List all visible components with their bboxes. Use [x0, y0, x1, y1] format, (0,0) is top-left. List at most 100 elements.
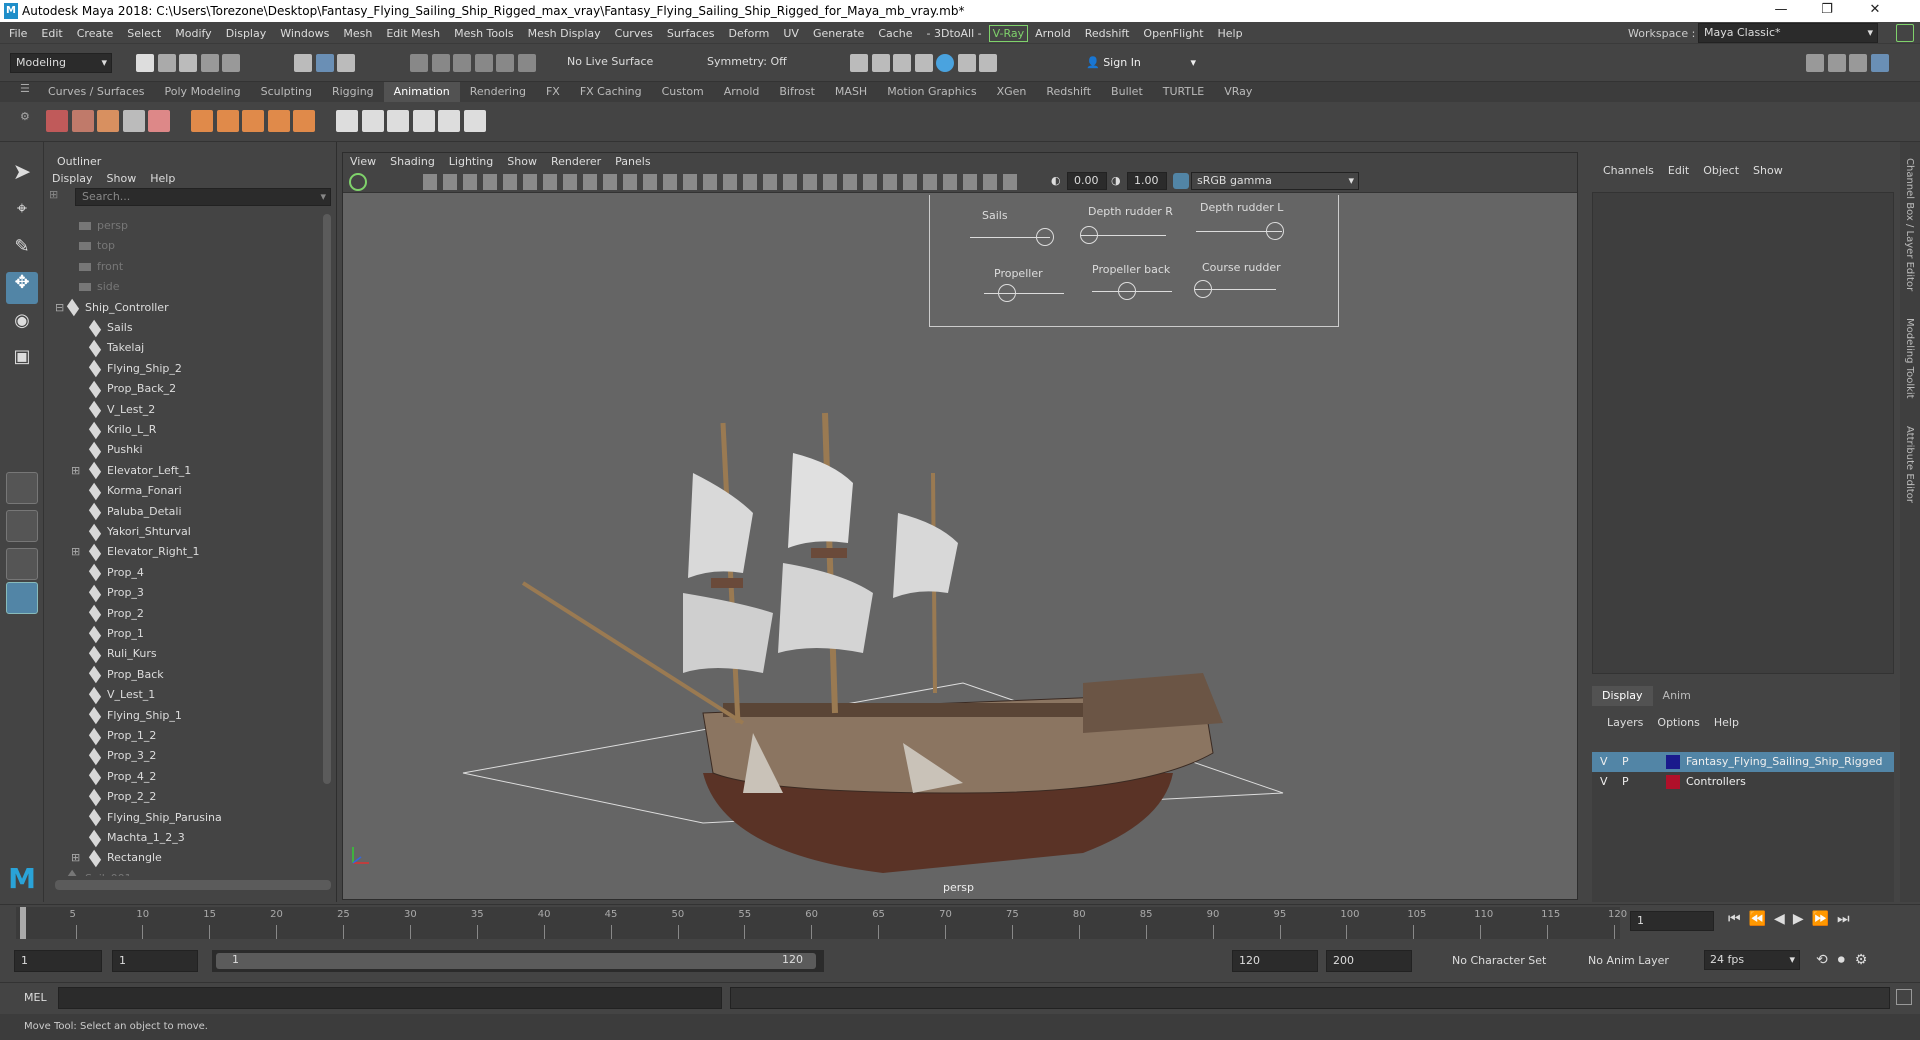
outliner-item[interactable]: Prop_4_2	[55, 767, 325, 787]
parent-constraint-icon[interactable]	[361, 110, 384, 132]
menu-edit[interactable]: Edit	[34, 23, 69, 40]
expand-icon[interactable]: ⊞	[71, 848, 80, 868]
orient-constraint-icon[interactable]	[412, 110, 435, 132]
layer-visibility-toggle[interactable]: V	[1600, 752, 1608, 772]
channel-box-menu-channels[interactable]: Channels	[1596, 160, 1661, 177]
propeller-knob[interactable]	[998, 284, 1016, 302]
shelf-settings-icon[interactable]: ⚙	[20, 110, 30, 130]
close-button[interactable]: ✕	[1852, 0, 1898, 22]
outliner-item[interactable]: Prop_4	[55, 563, 325, 583]
display-layer-row[interactable]: V P Fantasy_Flying_Sailing_Ship_Rigged	[1592, 752, 1894, 772]
outliner-item[interactable]: Prop_3	[55, 583, 325, 603]
expand-icon[interactable]: ⊞	[71, 542, 80, 562]
snap-curve-icon[interactable]	[431, 54, 450, 72]
channel-box-icon[interactable]	[1870, 54, 1889, 72]
modeling-toolkit-icon[interactable]	[1806, 54, 1824, 72]
go-to-end-icon[interactable]: ⏭	[1837, 911, 1858, 927]
color-management-icon[interactable]	[1173, 173, 1189, 189]
camera-item[interactable]: side	[55, 277, 325, 297]
menu-select[interactable]: Select	[120, 23, 168, 40]
outliner-item[interactable]: Yakori_Shturval	[55, 522, 325, 542]
shelf-tab-custom[interactable]: Custom	[652, 82, 714, 102]
fps-dropdown[interactable]: 24 fps ▾	[1704, 950, 1800, 970]
shelf-tab-bifrost[interactable]: Bifrost	[769, 82, 825, 102]
live-surface-field[interactable]: No Live Surface	[562, 53, 666, 73]
camera-item[interactable]: top	[55, 236, 325, 256]
playback-end-field[interactable]: 120	[1232, 950, 1318, 972]
render-frame-icon[interactable]	[850, 54, 868, 72]
shelf-tab-arnold[interactable]: Arnold	[714, 82, 770, 102]
pause-icon[interactable]	[979, 54, 997, 72]
menu-openflight[interactable]: OpenFlight	[1136, 23, 1210, 40]
point-constraint-icon[interactable]	[387, 110, 409, 132]
menu-generate[interactable]: Generate	[806, 23, 871, 40]
preferences-icon[interactable]: ⚙	[1855, 952, 1878, 968]
outliner-item[interactable]: Korma_Fonari	[55, 481, 325, 501]
channel-box-menu-show[interactable]: Show	[1746, 160, 1790, 177]
menu-file[interactable]: File	[2, 23, 34, 40]
expand-icon[interactable]: ⊞	[71, 461, 80, 481]
paint-select-tool-icon[interactable]: ✎	[6, 236, 38, 268]
ik-spline-icon[interactable]	[242, 110, 264, 132]
hypershade-icon[interactable]	[914, 54, 933, 72]
undo-icon[interactable]	[200, 54, 219, 72]
sails-knob[interactable]	[1036, 228, 1054, 246]
outliner-item[interactable]: Prop_2	[55, 604, 325, 624]
single-perspective-layout-icon[interactable]	[6, 472, 38, 504]
viewport-menu-panels[interactable]: Panels	[608, 153, 657, 168]
outliner-item[interactable]: Prop_2_2	[55, 787, 325, 807]
paint-weights-icon[interactable]	[293, 110, 315, 132]
animation-end-field[interactable]: 200	[1326, 950, 1412, 972]
shelf-tab-curves-surfaces[interactable]: Curves / Surfaces	[38, 82, 155, 102]
graph-editor-icon[interactable]	[71, 110, 94, 132]
symmetry-field[interactable]: Symmetry: Off	[702, 53, 806, 73]
outliner-item[interactable]: Takelaj	[55, 338, 325, 358]
character-set-dropdown[interactable]: No Character Set	[1452, 954, 1546, 967]
lock-icon[interactable]	[1896, 24, 1914, 42]
shelf-tab-xgen[interactable]: XGen	[987, 82, 1037, 102]
outliner-item[interactable]: Prop_1	[55, 624, 325, 644]
filter-icon[interactable]: ⊞	[49, 188, 73, 206]
depth-rudder-l-knob[interactable]	[1266, 222, 1284, 240]
scale-constraint-icon[interactable]	[438, 110, 460, 132]
shelf-tab-vray[interactable]: VRay	[1214, 82, 1262, 102]
channel-box-side-tab[interactable]: Channel Box / Layer Editor	[1904, 158, 1915, 291]
gamma-field[interactable]: 1.00	[1127, 172, 1167, 190]
outliner-menu-help[interactable]: Help	[143, 168, 182, 185]
menu-uv[interactable]: UV	[776, 23, 806, 40]
minimize-button[interactable]: —	[1758, 0, 1804, 22]
outliner-menu-display[interactable]: Display	[45, 168, 100, 185]
shelf-tab-mash[interactable]: MASH	[825, 82, 877, 102]
menu-set-dropdown[interactable]: Modeling ▾	[10, 53, 112, 73]
mel-label[interactable]: MEL	[24, 991, 47, 1004]
select-tool-icon[interactable]: ➤	[6, 160, 38, 192]
outliner-item[interactable]: Prop_1_2	[55, 726, 325, 746]
menu-mesh-tools[interactable]: Mesh Tools	[447, 23, 521, 40]
outliner-item[interactable]: Flying_Ship_1	[55, 706, 325, 726]
auto-key-icon[interactable]: ⏺	[1838, 952, 1855, 968]
snap-pivot-icon[interactable]	[517, 54, 536, 72]
channel-box-menu-object[interactable]: Object	[1696, 160, 1746, 177]
outliner-item[interactable]: ⊞ Elevator_Right_1	[55, 542, 325, 562]
tool-settings-icon[interactable]	[1849, 54, 1867, 72]
shelf-tab-motion-graphics[interactable]: Motion Graphics	[877, 82, 986, 102]
dope-sheet-icon[interactable]	[97, 110, 119, 132]
rig-controller-board[interactable]: Sails Depth rudder R Depth rudder L Prop…	[929, 195, 1339, 327]
outliner-item[interactable]: Prop_3_2	[55, 746, 325, 766]
menu-mesh[interactable]: Mesh	[336, 23, 379, 40]
shelf-tab-bullet[interactable]: Bullet	[1101, 82, 1153, 102]
menu-redshift[interactable]: Redshift	[1078, 23, 1137, 40]
ship-model[interactable]	[443, 353, 1363, 873]
playblast-icon[interactable]	[46, 110, 68, 132]
menu-display[interactable]: Display	[219, 23, 274, 40]
step-forward-frame-icon[interactable]: ⏩	[1812, 911, 1837, 927]
lasso-tool-icon[interactable]: ⌖	[6, 198, 38, 230]
outliner-item[interactable]: ⊞ Rectangle	[55, 848, 325, 868]
outliner-item[interactable]: Machta_1_2_3	[55, 828, 325, 848]
motion-path-icon[interactable]	[336, 110, 358, 132]
outliner-layout-icon[interactable]	[6, 582, 38, 614]
shelf-tab-fx-caching[interactable]: FX Caching	[570, 82, 652, 102]
exposure-icon[interactable]: ◐	[1051, 174, 1061, 187]
layer-menu-layers[interactable]: Layers	[1600, 712, 1650, 729]
menu-deform[interactable]: Deform	[721, 23, 776, 40]
